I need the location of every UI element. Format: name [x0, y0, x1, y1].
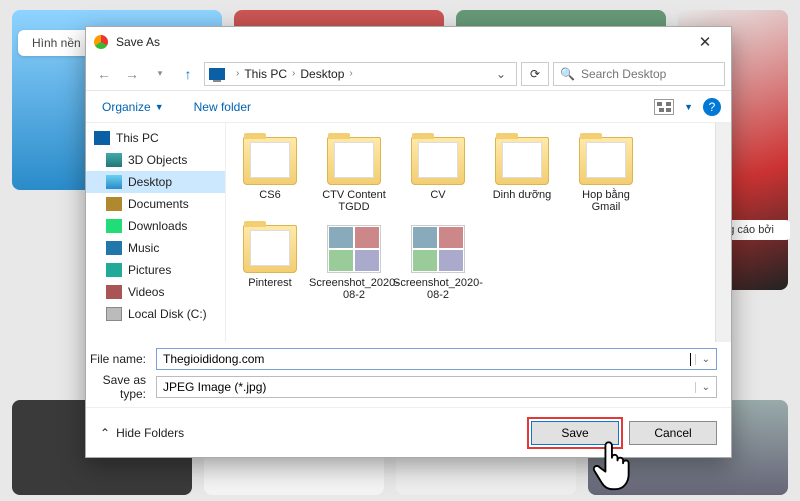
text-cursor [690, 353, 691, 366]
file-item[interactable]: CV [400, 133, 476, 217]
downloads-icon [106, 219, 122, 233]
nav-back: ← [92, 62, 116, 86]
hide-folders-toggle[interactable]: ⌃ Hide Folders [100, 426, 184, 440]
tree-label: Desktop [128, 175, 172, 189]
file-item[interactable]: Screenshot_2020-08-2 [400, 221, 476, 305]
tree-videos[interactable]: Videos [86, 281, 225, 303]
file-label: Dinh dưỡng [493, 189, 552, 201]
file-item[interactable]: CTV Content TGDD [316, 133, 392, 217]
file-label: CV [430, 189, 445, 201]
tree-music[interactable]: Music [86, 237, 225, 259]
file-label: Screenshot_2020-08-2 [393, 277, 483, 301]
organize-label: Organize [102, 100, 151, 114]
toolbar: Organize ▼ New folder ▼ ? [86, 91, 731, 123]
new-folder-button[interactable]: New folder [188, 96, 257, 118]
file-label: Hop bằng Gmail [570, 189, 642, 213]
close-button[interactable]: ✕ [687, 29, 723, 55]
tree-label: Videos [128, 285, 164, 299]
file-label: Screenshot_2020-08-2 [309, 277, 399, 301]
file-item[interactable]: CS6 [232, 133, 308, 217]
crumb-folder[interactable]: Desktop [300, 67, 344, 81]
hide-folders-label: Hide Folders [116, 426, 184, 440]
tree-pictures[interactable]: Pictures [86, 259, 225, 281]
tree-this-pc[interactable]: This PC [86, 127, 225, 149]
crumb-root[interactable]: This PC [244, 67, 287, 81]
tree-downloads[interactable]: Downloads [86, 215, 225, 237]
nav-forward: → [120, 62, 144, 86]
documents-icon [106, 197, 122, 211]
music-icon [106, 241, 122, 255]
videos-icon [106, 285, 122, 299]
refresh-button[interactable]: ⟳ [521, 62, 549, 86]
file-label: CS6 [259, 189, 280, 201]
tree-documents[interactable]: Documents [86, 193, 225, 215]
chevron-up-icon: ⌃ [100, 426, 110, 440]
nav-up[interactable]: ↑ [176, 62, 200, 86]
file-item[interactable]: Hop bằng Gmail [568, 133, 644, 217]
filename-input[interactable] [163, 352, 690, 366]
filetype-dropdown[interactable]: ⌄ [695, 382, 710, 393]
file-item[interactable]: Screenshot_2020-08-2 [316, 221, 392, 305]
file-item[interactable]: Dinh dưỡng [484, 133, 560, 217]
tree-desktop[interactable]: Desktop [86, 171, 225, 193]
file-label: CTV Content TGDD [318, 189, 390, 213]
tree-label: 3D Objects [128, 153, 187, 167]
cube-icon [106, 153, 122, 167]
dialog-footer: ⌃ Hide Folders Save Cancel [86, 407, 731, 457]
tree-label: Local Disk (C:) [128, 307, 207, 321]
address-bar[interactable]: › This PC › Desktop › ⌄ [204, 62, 517, 86]
file-item[interactable]: Pinterest [232, 221, 308, 305]
save-button[interactable]: Save [531, 421, 619, 445]
pictures-icon [106, 263, 122, 277]
filename-dropdown[interactable]: ⌄ [695, 354, 710, 365]
tree-label: Pictures [128, 263, 171, 277]
scrollbar[interactable] [715, 123, 731, 342]
search-input[interactable] [581, 67, 718, 81]
file-list[interactable]: CS6 CTV Content TGDD CV Dinh dưỡng Hop b… [226, 123, 715, 342]
pc-icon [94, 131, 110, 145]
tree-label: Documents [128, 197, 189, 211]
view-mode-button[interactable] [654, 99, 674, 115]
help-button[interactable]: ? [703, 98, 721, 116]
filename-label: File name: [76, 352, 156, 366]
file-label: Pinterest [248, 277, 291, 289]
disk-icon [106, 307, 122, 321]
save-fields: File name: ⌄ Save as type: JPEG Image (*… [86, 342, 731, 407]
tree-label: Music [128, 241, 159, 255]
organize-menu[interactable]: Organize ▼ [96, 96, 170, 118]
dialog-title: Save As [116, 35, 687, 49]
tree-3d-objects[interactable]: 3D Objects [86, 149, 225, 171]
search-box[interactable]: 🔍 [553, 62, 725, 86]
view-dropdown[interactable]: ▼ [684, 102, 693, 112]
desktop-icon [106, 175, 122, 189]
nav-bar: ← → ▾ ↑ › This PC › Desktop › ⌄ ⟳ 🔍 [86, 57, 731, 91]
cancel-button[interactable]: Cancel [629, 421, 717, 445]
filetype-combo[interactable]: JPEG Image (*.jpg) ⌄ [156, 376, 717, 398]
nav-tree[interactable]: This PC 3D Objects Desktop Documents Dow… [86, 123, 226, 342]
titlebar: Save As ✕ [86, 27, 731, 57]
address-dropdown[interactable]: ⌄ [490, 67, 512, 81]
filetype-value: JPEG Image (*.jpg) [163, 380, 691, 394]
type-label: Save as type: [76, 373, 156, 401]
browser-tab: Hình nền [18, 30, 95, 56]
chevron-down-icon: ▼ [155, 102, 164, 112]
pc-icon [209, 68, 225, 80]
tree-label: Downloads [128, 219, 187, 233]
nav-recent[interactable]: ▾ [148, 62, 172, 86]
app-icon [94, 35, 108, 49]
search-icon: 🔍 [560, 67, 575, 81]
tree-local-disk-c[interactable]: Local Disk (C:) [86, 303, 225, 325]
filename-field[interactable]: ⌄ [156, 348, 717, 370]
save-as-dialog: Save As ✕ ← → ▾ ↑ › This PC › Desktop › … [85, 26, 732, 458]
tree-label: This PC [116, 131, 159, 145]
